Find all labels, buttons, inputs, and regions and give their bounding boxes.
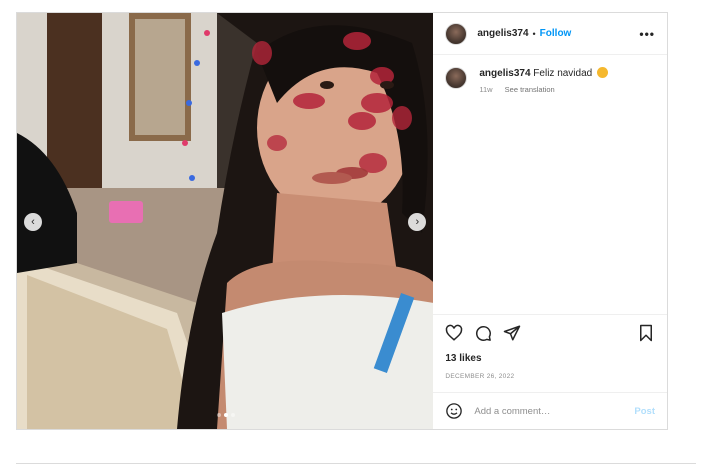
- page-divider: [16, 463, 696, 464]
- action-bar: [445, 315, 655, 351]
- likes-count[interactable]: 13 likes: [445, 353, 655, 364]
- comments-section: angelis374 Feliz navidad 11w See transla…: [433, 55, 667, 314]
- time-ago[interactable]: 11w: [479, 85, 492, 94]
- more-options-icon[interactable]: •••: [639, 27, 655, 41]
- caption-body: angelis374 Feliz navidad 11w See transla…: [479, 67, 608, 94]
- smiley-icon[interactable]: [445, 402, 463, 420]
- post-media: ‹ ›: [17, 13, 434, 429]
- comment-input[interactable]: [474, 405, 635, 417]
- caption-text: angelis374 Feliz navidad: [479, 67, 608, 79]
- see-translation-link[interactable]: See translation: [505, 85, 555, 94]
- caption-avatar[interactable]: [445, 67, 468, 89]
- post-photo[interactable]: [17, 13, 434, 429]
- comment-bubble-icon[interactable]: [474, 324, 492, 342]
- post-header: angelis374 • Follow •••: [433, 13, 667, 55]
- separator-dot: •: [532, 28, 536, 39]
- bookmark-icon[interactable]: [637, 324, 655, 342]
- avatar[interactable]: [445, 22, 468, 45]
- post-comment-button[interactable]: Post: [634, 406, 655, 417]
- caption-message: Feliz navidad: [533, 68, 593, 79]
- follow-button[interactable]: Follow: [540, 28, 572, 39]
- caption: angelis374 Feliz navidad 11w See transla…: [445, 67, 655, 94]
- post-actions-area: 13 likes DECEMBER 26, 2022: [433, 314, 667, 392]
- carousel-dot: [217, 413, 221, 417]
- post-sidebar: angelis374 • Follow ••• angelis374 Feliz…: [433, 13, 667, 429]
- caption-meta: 11w See translation: [479, 85, 608, 94]
- smiling-face-with-heart-eyes-emoji-icon: [597, 67, 608, 78]
- caption-username[interactable]: angelis374: [479, 68, 530, 79]
- carousel-prev-button[interactable]: ‹: [24, 213, 42, 231]
- chevron-left-icon: ‹: [31, 216, 35, 228]
- chevron-right-icon: ›: [415, 216, 420, 228]
- comment-form: Post: [433, 392, 667, 429]
- post-date: DECEMBER 26, 2022: [445, 373, 515, 380]
- author-username[interactable]: angelis374: [477, 28, 528, 39]
- carousel-dot: [231, 413, 235, 417]
- carousel-dot-active: [224, 413, 228, 417]
- post-card: ‹ › angelis374 • Follow ••• angelis374 F…: [16, 12, 668, 430]
- heart-icon[interactable]: [445, 324, 463, 342]
- carousel-indicator: [217, 413, 235, 417]
- paper-plane-icon[interactable]: [503, 324, 521, 342]
